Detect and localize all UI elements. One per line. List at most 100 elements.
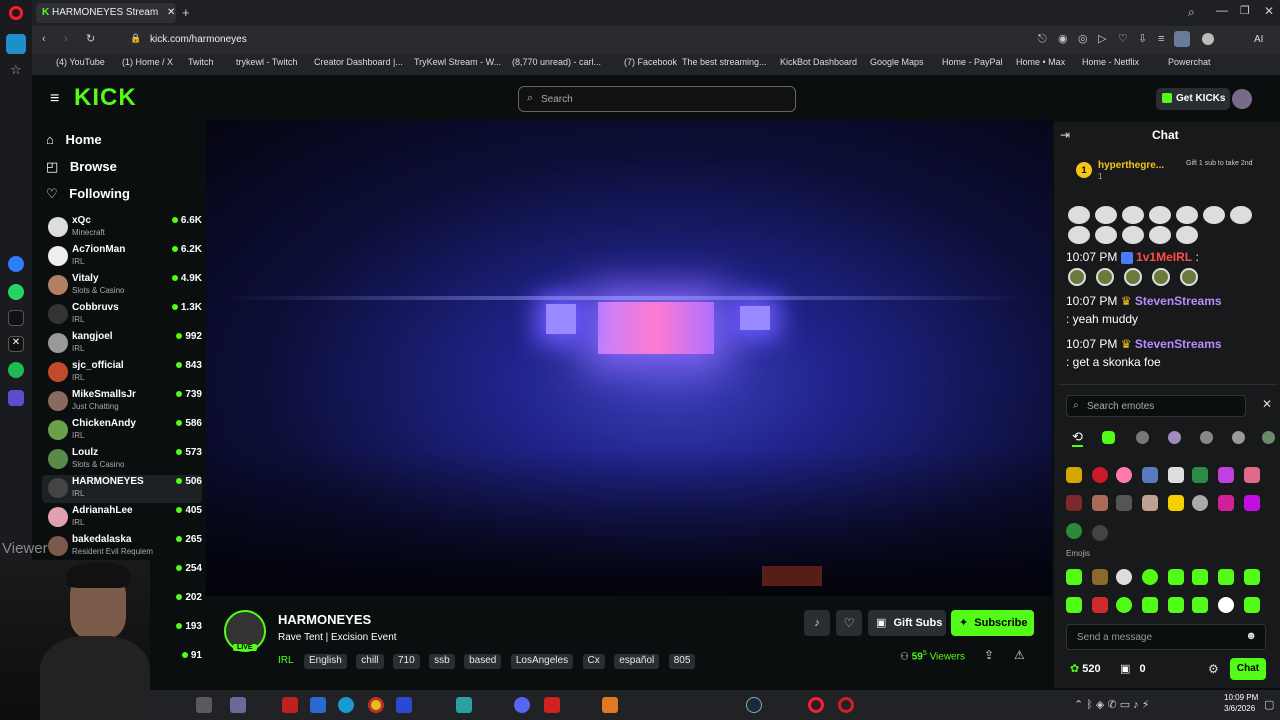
emoji-icon[interactable] (1092, 597, 1108, 613)
kick-emotes-tab[interactable] (1102, 431, 1115, 444)
emoji-icon[interactable] (1092, 569, 1108, 585)
gift-balance[interactable]: ▣ 0 (1120, 662, 1146, 675)
emote-icon[interactable] (1192, 467, 1208, 483)
minimize-button[interactable]: — (1216, 3, 1228, 17)
emoji-icon[interactable] (1192, 569, 1208, 585)
emoji-icon[interactable] (1168, 569, 1184, 585)
kick-logo[interactable]: KICK (74, 84, 137, 112)
taskbar-app-icon[interactable] (838, 697, 854, 713)
tab-harmoneyes[interactable]: K HARMONEYES Stream ✕ (36, 3, 176, 23)
emoji-picker-icon[interactable]: ☻ (1245, 630, 1257, 642)
emoji-icon[interactable] (1142, 597, 1158, 613)
emote-icon[interactable] (1066, 467, 1082, 483)
taskbar-app-icon[interactable] (456, 697, 472, 713)
maximize-button[interactable]: ❐ (1240, 4, 1250, 17)
video-player[interactable] (206, 120, 1052, 596)
channel-mikesmallsjr[interactable]: MikeSmallsJr Just Chatting 739 (42, 388, 202, 416)
tag[interactable]: Cx (582, 654, 605, 669)
recent-emotes-tab[interactable]: ⟲ (1072, 429, 1083, 447)
channel-ac7ionman[interactable]: Ac7ionMan IRL 6.2K (42, 243, 202, 271)
url-field[interactable]: kick.com/harmoneyes (150, 34, 247, 45)
share-icon[interactable]: ⎋ (1038, 34, 1047, 45)
search-tabs-icon[interactable]: ⌕ (1188, 5, 1195, 20)
bookmark-powerchat[interactable]: Powerchat (1168, 57, 1211, 67)
bookmark-kickbot[interactable]: KickBot Dashboard (780, 57, 857, 67)
steam-icon[interactable] (746, 697, 762, 713)
tag[interactable]: español (614, 654, 660, 669)
menu-icon[interactable]: ≡ (1158, 34, 1164, 45)
emoji-icon[interactable] (1066, 569, 1082, 585)
heart-icon[interactable]: ♡ (1118, 34, 1128, 45)
emote-icon[interactable] (1218, 495, 1234, 511)
emoji-icon[interactable] (1116, 597, 1132, 613)
forward-icon[interactable]: › (64, 34, 68, 45)
channel-emotes-tab[interactable] (1168, 431, 1181, 444)
player-icon[interactable] (8, 390, 24, 406)
channel-cobbruvs[interactable]: Cobbruvs IRL 1.3K (42, 301, 202, 329)
get-kicks-button[interactable]: Get KICKs (1156, 88, 1230, 110)
taskbar-app-icon[interactable] (310, 697, 326, 713)
tag[interactable]: ssb (429, 654, 455, 669)
new-tab-button[interactable]: + (182, 5, 190, 20)
emote-icon[interactable] (1142, 495, 1158, 511)
profile-icon[interactable] (1174, 31, 1190, 47)
bookmark-streaming[interactable]: The best streaming... (682, 57, 767, 67)
channel-harmoneyes[interactable]: HARMONEYES IRL 506 (42, 475, 202, 503)
emote-icon[interactable] (1092, 495, 1108, 511)
taskbar-app-icon[interactable] (602, 697, 618, 713)
notification-bell-button[interactable]: ♪ (804, 610, 830, 636)
discord-icon[interactable] (514, 697, 530, 713)
hamburger-menu-icon[interactable]: ≡ (50, 90, 59, 108)
opera-taskbar-icon[interactable] (808, 697, 824, 713)
channel-vitaly[interactable]: Vitaly Slots & Casino 4.9K (42, 272, 202, 300)
bookmark-mail[interactable]: (8,770 unread) - carl... (512, 57, 601, 67)
bookmark-twitch[interactable]: Twitch (188, 57, 214, 67)
channel-xqc[interactable]: xQc Minecraft 6.6K (42, 214, 202, 242)
bookmark-netflix[interactable]: Home - Netflix (1082, 57, 1139, 67)
bookmark-paypal[interactable]: Home - PayPal (942, 57, 1003, 67)
emote-search-input[interactable]: ⌕ Search emotes (1066, 395, 1246, 417)
spotify-icon[interactable] (8, 362, 24, 378)
channel-bakedalaska[interactable]: bakedalaska Resident Evil Requiem 265 (42, 533, 202, 561)
channel-emotes-tab[interactable] (1200, 431, 1213, 444)
taskbar-app-icon[interactable] (196, 697, 212, 713)
close-emote-picker-icon[interactable]: ✕ (1262, 397, 1272, 411)
nav-home[interactable]: ⌂ Home (46, 132, 102, 147)
pinned-gifter[interactable]: 1 hyperthegre... 1 Gift 1 sub to take 2n… (1076, 158, 1266, 186)
bookmark-creator-dashboard[interactable]: Creator Dashboard |... (314, 57, 403, 67)
tag[interactable]: LosAngeles (510, 654, 574, 669)
chrome-icon[interactable] (368, 697, 384, 713)
system-tray[interactable]: ⌃ ᛒ ◈ ✆ ▭ ♪ ⚡ (1074, 698, 1149, 711)
emote-icon[interactable] (1116, 495, 1132, 511)
search-input[interactable]: ⌕ Search (518, 86, 796, 112)
emote-icon[interactable] (1218, 467, 1234, 483)
tag[interactable]: English (304, 654, 347, 669)
emote-icon[interactable] (1168, 467, 1184, 483)
tag[interactable]: 710 (392, 654, 420, 669)
camera-icon[interactable]: ◉ (1058, 34, 1068, 45)
taskbar-app-icon[interactable] (544, 697, 560, 713)
channel-emotes-tab[interactable] (1136, 431, 1149, 444)
emote-icon[interactable] (1066, 523, 1082, 539)
back-icon[interactable]: ‹ (42, 34, 46, 45)
follow-button[interactable]: ♡ (836, 610, 862, 636)
emoji-icon[interactable] (1142, 569, 1158, 585)
tag[interactable]: chill (356, 654, 384, 669)
notification-icon[interactable]: ▢ (1264, 698, 1274, 711)
download-icon[interactable]: ⇩ (1138, 34, 1147, 45)
bookmark-trykewl-stream[interactable]: TryKewl Stream - W... (414, 57, 501, 67)
gift-sub-text[interactable]: Gift 1 sub to take 2nd (1186, 160, 1266, 167)
taskbar-app-icon[interactable] (396, 697, 412, 713)
bookmark-x[interactable]: (1) Home / X (122, 57, 173, 67)
bookmark-youtube[interactable]: (4) YouTube (56, 57, 105, 67)
channel-name[interactable]: HARMONEYES (278, 612, 371, 627)
share-icon[interactable]: ⇪ (984, 648, 994, 662)
emoji-icon[interactable] (1218, 597, 1234, 613)
eye-icon[interactable]: ◎ (1078, 34, 1088, 45)
subscribe-button[interactable]: ✦ Subscribe (951, 610, 1034, 636)
bookmark-google-maps[interactable]: Google Maps (870, 57, 924, 67)
extension-icon[interactable] (1202, 33, 1214, 45)
emote-icon[interactable] (1116, 467, 1132, 483)
channel-kangjoel[interactable]: kangjoel IRL 992 (42, 330, 202, 358)
channel-emotes-tab[interactable] (1232, 431, 1245, 444)
